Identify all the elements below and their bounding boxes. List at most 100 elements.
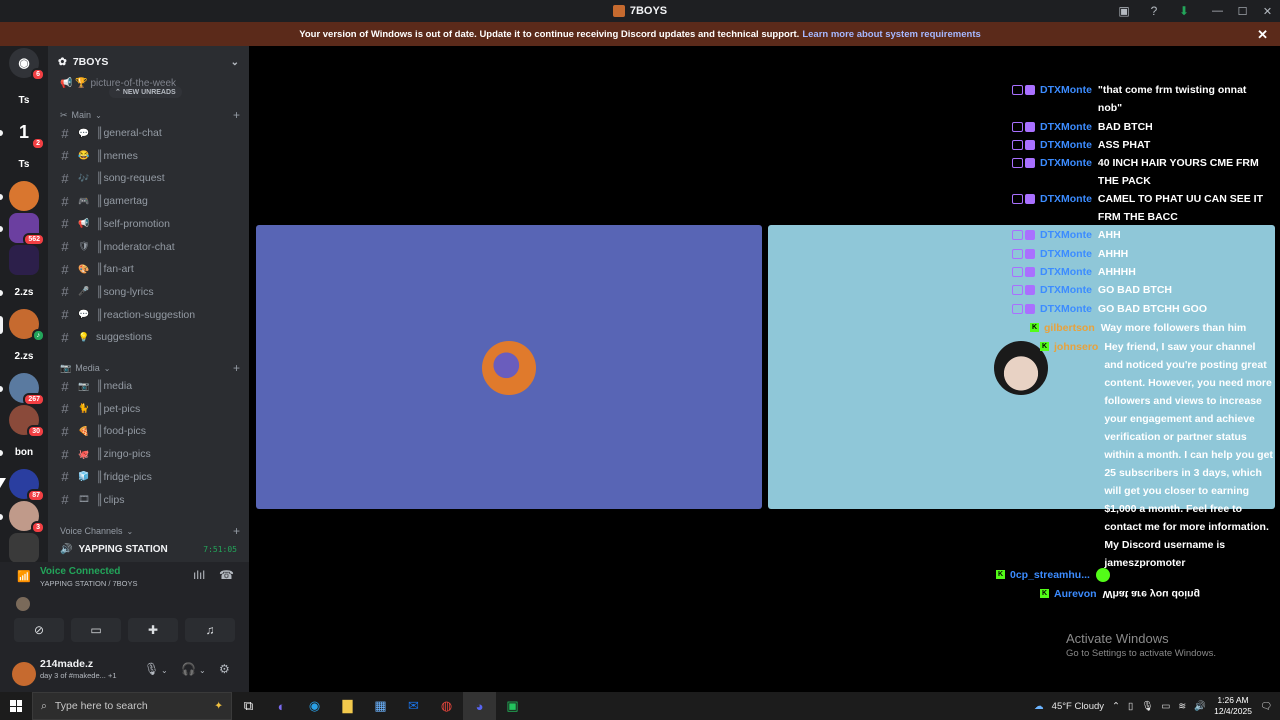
weather-text[interactable]: 45°F Cloudy	[1052, 701, 1104, 712]
channel-item[interactable]: # 🍕 ║food-pics	[58, 421, 242, 441]
server-icon-7boys[interactable]	[9, 181, 39, 211]
channel-item[interactable]: # 💡 suggestions	[58, 327, 242, 347]
chevron-down-icon[interactable]: ⌄	[199, 666, 206, 675]
voice-participant-avatar[interactable]	[16, 597, 30, 611]
channel-item[interactable]: # 🐙 ║zingo-pics	[58, 444, 242, 464]
help-icon[interactable]: ?	[1139, 0, 1169, 22]
username[interactable]: 214made.z	[40, 658, 93, 670]
channel-item[interactable]: # 💬 ║general-chat	[58, 123, 242, 143]
channel-name: ║media	[96, 380, 133, 392]
start-button[interactable]	[0, 692, 32, 720]
user-avatar[interactable]	[12, 662, 36, 686]
twitch-badge-icon	[1012, 122, 1023, 132]
wifi-icon[interactable]: ≋	[1178, 701, 1186, 712]
add-channel-icon[interactable]: +	[233, 108, 240, 122]
add-channel-icon[interactable]: +	[233, 524, 240, 538]
add-channel-icon[interactable]: +	[233, 361, 240, 375]
channel-item[interactable]: # 🎨 ║fan-art	[58, 259, 242, 279]
channel-item[interactable]: # 💬 ║reaction-suggestion	[58, 305, 242, 325]
server-icon-ts[interactable]: Ts	[9, 85, 39, 115]
maximize-button[interactable]: ☐	[1230, 0, 1255, 22]
disconnect-icon[interactable]: ☎	[219, 568, 234, 582]
minimize-button[interactable]: —	[1205, 0, 1230, 22]
category-main[interactable]: ✂ Main ⌄ +	[60, 108, 240, 122]
channel-item[interactable]: # 🎤 ║song-lyrics	[58, 282, 242, 302]
channel-item[interactable]: # 📷 ║media	[58, 376, 242, 396]
clock[interactable]: 1:26 AM 12/4/2025	[1214, 695, 1252, 717]
participant-tile-1[interactable]	[256, 225, 762, 509]
chrome-icon[interactable]: ◍	[430, 692, 463, 720]
screen-share-button[interactable]: ▭	[71, 618, 121, 642]
channel-item[interactable]: # 🎶 ║song-request	[58, 168, 242, 188]
new-unreads-pill[interactable]: ⌃ NEW UNREADS	[109, 86, 182, 98]
channel-item[interactable]: # 🎞 ║clips	[58, 490, 242, 510]
banner-close-icon[interactable]: ✕	[1257, 27, 1268, 43]
unread-pill	[0, 130, 3, 136]
server-icon-crew[interactable]: 30	[9, 405, 45, 438]
server-icon-pig[interactable]: 3	[9, 501, 45, 534]
edge-icon[interactable]: ◉	[298, 692, 331, 720]
soundboard-button[interactable]: ♫	[185, 618, 235, 642]
server-icon-2zs[interactable]: 2.zs	[9, 277, 39, 307]
chevron-down-icon[interactable]: ⌄	[161, 666, 168, 675]
inbox-icon[interactable]: ▣	[1109, 0, 1139, 22]
chat-message: DTXMonte GO BAD BTCH	[1012, 281, 1267, 299]
channel-emoji-icon: 🎶	[78, 172, 90, 183]
chat-message: K Aurevon What are you doing	[1040, 585, 1272, 603]
chat-username: DTXMonte	[1040, 121, 1092, 133]
channel-item[interactable]: # 😂 ║memes	[58, 146, 242, 166]
camera-off-button[interactable]: ⊘	[14, 618, 64, 642]
noise-suppression-icon[interactable]: ılıl	[193, 568, 205, 582]
channel-item[interactable]: # 🐈 ║pet-pics	[58, 399, 242, 419]
category-voice[interactable]: Voice Channels ⌄ +	[60, 524, 240, 538]
outlook-icon[interactable]: ✉	[397, 692, 430, 720]
discord-taskbar-icon[interactable]: ◕	[463, 692, 496, 720]
settings-gear-icon[interactable]: ⚙	[219, 662, 230, 676]
meet-icon[interactable]: ▯	[1128, 701, 1133, 712]
chevron-up-icon[interactable]: ⌃	[1112, 701, 1120, 712]
server-icon-robot[interactable]	[9, 533, 39, 563]
channel-item[interactable]: # 🛡 ║moderator-chat	[58, 237, 242, 257]
file-explorer-icon[interactable]: ▇	[331, 692, 364, 720]
display-icon[interactable]: ▭	[1161, 701, 1170, 712]
copilot-icon[interactable]: ◐	[265, 692, 298, 720]
server-icon-2zs-2[interactable]: 2.zs	[9, 341, 39, 371]
task-view-icon[interactable]: ⧉	[232, 692, 265, 720]
server-icon-active[interactable]: ♪	[9, 309, 45, 342]
close-window-button[interactable]: ✕	[1255, 0, 1280, 22]
channel-emoji-icon: 🎨	[78, 263, 90, 274]
banner-link[interactable]: Learn more about system requirements	[802, 29, 980, 40]
chat-badges	[1012, 245, 1035, 263]
server-header[interactable]: ✿ 7BOYS ⌄	[48, 46, 249, 78]
voice-status[interactable]: Voice Connected	[40, 566, 120, 577]
download-update-icon[interactable]: ⬇	[1169, 0, 1199, 22]
app-green-icon[interactable]: ▣	[496, 692, 529, 720]
direct-messages-button[interactable]: ◉ 6	[9, 48, 45, 81]
category-media[interactable]: 📷 Media ⌄ +	[60, 361, 240, 375]
mic-tray-icon[interactable]: 🎙	[1141, 701, 1153, 712]
channel-item[interactable]: # 🧊 ║fridge-pics	[58, 467, 242, 487]
server-icon-dark[interactable]	[9, 245, 39, 275]
volume-icon[interactable]: 🔊	[1194, 701, 1206, 712]
server-icon-bon[interactable]: bon	[9, 437, 39, 467]
channel-item[interactable]: # 📢 ║self-promotion	[58, 214, 242, 234]
server-icon-anime[interactable]: 87	[9, 469, 45, 502]
headphones-icon[interactable]: 🎧	[181, 662, 196, 676]
server-icon-1[interactable]: 12	[9, 117, 45, 150]
server-icon-ts-2[interactable]: Ts	[9, 149, 39, 179]
twitch-badge-icon	[1012, 267, 1023, 277]
category-icon: ✂	[60, 109, 68, 120]
activities-button[interactable]: ✚	[128, 618, 178, 642]
voice-location[interactable]: YAPPING STATION / 7BOYS	[40, 579, 138, 588]
voice-channel-yapping-station[interactable]: 🔊 YAPPING STATION 7:51:05	[48, 540, 249, 558]
server-icon-game[interactable]: 267	[9, 373, 45, 406]
server-icon-dash[interactable]: 562	[9, 213, 45, 246]
microphone-icon[interactable]: 🎙	[144, 662, 159, 676]
channel-item[interactable]: # 🎮 ║gamertag	[58, 191, 242, 211]
notifications-icon[interactable]: 🗨	[1260, 701, 1272, 712]
channel-name: ║memes	[96, 149, 138, 162]
kick-badge-icon: K	[996, 570, 1005, 579]
store-icon[interactable]: ▦	[364, 692, 397, 720]
chat-message: DTXMonte AHHH	[1012, 245, 1267, 263]
taskbar-search[interactable]: ⌕ Type here to search ✦	[32, 692, 232, 720]
